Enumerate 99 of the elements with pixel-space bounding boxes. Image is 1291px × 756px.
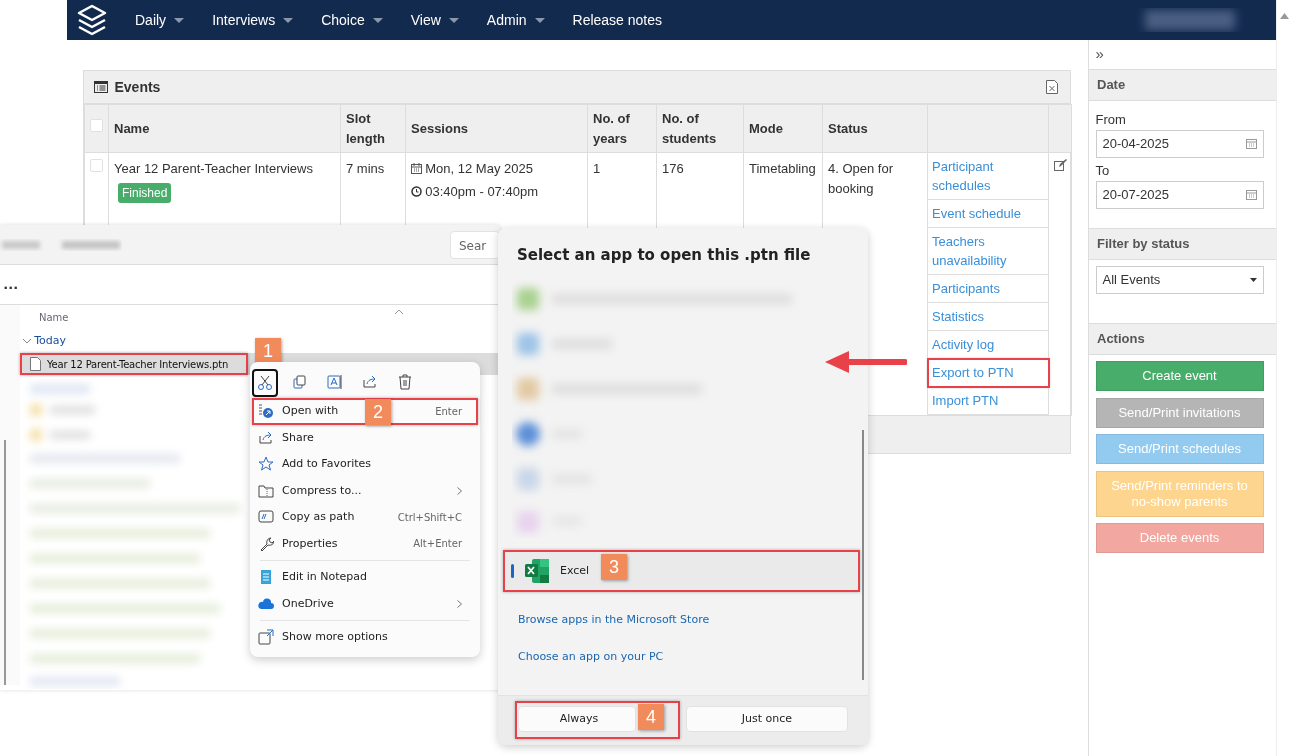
field-label: To — [1095, 162, 1111, 180]
action-link[interactable]: Participants — [928, 275, 1048, 303]
nav-menu[interactable]: Release notes — [558, 0, 677, 40]
column-header: Mode — [749, 120, 783, 136]
group-header[interactable]: Today — [34, 332, 67, 350]
calendar-icon — [1245, 189, 1257, 200]
column-header: No. of years — [593, 111, 630, 146]
nav-menu[interactable]: Interviews — [198, 0, 308, 40]
action-link[interactable]: Participant schedules — [928, 153, 1048, 200]
step-badge: 3 — [601, 554, 627, 580]
dialog-button[interactable]: Just once — [686, 706, 848, 732]
table-cell: 4. Open for booking — [828, 161, 894, 196]
column-header[interactable]: Name — [39, 309, 69, 325]
scrollbar-thumb[interactable] — [4, 440, 6, 685]
column-header: Sessions — [411, 120, 469, 136]
session-time: 03:40pm - 07:40pm — [425, 182, 538, 201]
shortcut-text: Ctrl+Shift+C — [397, 510, 463, 525]
store-link[interactable]: Choose an app on your PC — [518, 648, 868, 665]
column-header: Slot length — [346, 111, 385, 146]
menu-item[interactable]: Show more options — [252, 624, 478, 651]
dialog-title: Select an app to open this .ptn file — [516, 245, 812, 264]
action-link[interactable]: Import PTN — [928, 387, 1048, 415]
app-option[interactable]: Excel 3 — [503, 550, 860, 592]
date-field[interactable]: 20-04-2025 — [1095, 129, 1264, 158]
calendar-icon — [1245, 138, 1257, 150]
chevron-icon — [23, 338, 31, 344]
cut-button[interactable] — [252, 369, 278, 397]
list-icon — [94, 81, 108, 93]
table-cell: Timetabling — [749, 161, 816, 176]
open-with-icon — [258, 403, 274, 420]
cut-icon — [257, 375, 273, 391]
section-header: Filter by status — [1089, 228, 1276, 260]
scroll-up-icon[interactable] — [1279, 13, 1289, 19]
copy-path-icon — [258, 509, 274, 526]
step-badge: 4 — [638, 704, 664, 730]
step-badge: 2 — [365, 399, 391, 425]
archive-folder-icon — [258, 482, 274, 499]
share-icon — [362, 374, 378, 390]
action-link[interactable]: Activity log — [928, 331, 1048, 359]
field-label: From — [1095, 111, 1127, 130]
notepad-icon — [258, 569, 274, 586]
shortcut-text: Alt+Enter — [413, 537, 463, 552]
column-header: No. of students — [662, 111, 717, 146]
wrench-icon — [258, 535, 274, 552]
table-cell: 1 — [593, 161, 601, 176]
scrollbar-thumb[interactable] — [862, 430, 864, 680]
column-header: Status — [828, 120, 868, 136]
store-link[interactable]: Browse apps in the Microsoft Store — [518, 612, 868, 629]
table-cell: 7 mins — [346, 161, 385, 176]
panel-title: Events — [114, 77, 161, 97]
star-icon — [258, 456, 274, 473]
caret-icon — [1249, 278, 1257, 282]
event-name: Year 12 Parent-Teacher Interviews — [114, 160, 314, 178]
action-link[interactable]: Export to PTN — [928, 359, 1049, 387]
section-header: Actions — [1089, 323, 1276, 355]
table-cell: 176 — [662, 161, 684, 176]
status-badge: Finished — [118, 182, 172, 203]
edit-icon[interactable] — [1054, 159, 1067, 171]
collapse-toggle[interactable]: » — [1095, 45, 1104, 63]
date-field[interactable]: 20-07-2025 — [1095, 180, 1264, 209]
menu-item[interactable]: Open with 2 Enter — [252, 398, 478, 425]
delete-icon — [397, 374, 413, 390]
column-header: Name — [114, 120, 150, 136]
expand-icon — [258, 629, 274, 646]
menu-item[interactable]: Share — [252, 424, 478, 451]
menu-item[interactable]: Properties Alt+Enter — [252, 530, 478, 557]
shortcut-text: Enter — [435, 404, 463, 419]
session-date: Mon, 12 May 2025 — [425, 160, 533, 178]
menu-item[interactable]: Compress to... — [252, 477, 478, 504]
nav-menu[interactable]: Daily — [121, 0, 199, 40]
menu-item[interactable]: Edit in Notepad — [252, 564, 478, 591]
dialog-button[interactable]: Always — [518, 706, 636, 732]
search-field[interactable]: Sear — [450, 230, 500, 259]
logo-icon — [77, 4, 107, 36]
step-badge: 1 — [255, 338, 281, 364]
menu-item[interactable]: Add to Favorites — [252, 451, 478, 478]
copy-icon — [292, 374, 308, 390]
menu-item[interactable]: OneDrive — [252, 590, 478, 617]
nav-menu[interactable]: Admin — [472, 0, 559, 40]
more-button[interactable]: ... — [0, 274, 19, 295]
section-header: Date — [1089, 69, 1276, 101]
checkbox[interactable] — [90, 159, 103, 172]
action-link[interactable]: Statistics — [928, 303, 1048, 331]
nav-menu[interactable]: View — [396, 0, 473, 40]
sort-icon — [394, 308, 403, 314]
calendar-icon — [411, 163, 422, 175]
action-link[interactable]: Event schedule — [928, 200, 1048, 228]
file-icon — [30, 357, 41, 371]
share-icon — [258, 429, 274, 446]
cloud-icon — [258, 595, 274, 612]
spreadsheet-app-icon — [524, 558, 550, 584]
nav-menu[interactable]: Choice — [307, 0, 397, 40]
rename-icon — [327, 374, 343, 390]
clock-icon — [411, 186, 422, 197]
action-link[interactable]: Teachers unavailability — [928, 228, 1048, 275]
status-select[interactable]: All Events — [1095, 266, 1264, 294]
menu-item[interactable]: Copy as path Ctrl+Shift+C — [252, 504, 478, 531]
checkbox[interactable] — [90, 118, 103, 132]
excel-file-icon[interactable] — [1046, 80, 1058, 94]
